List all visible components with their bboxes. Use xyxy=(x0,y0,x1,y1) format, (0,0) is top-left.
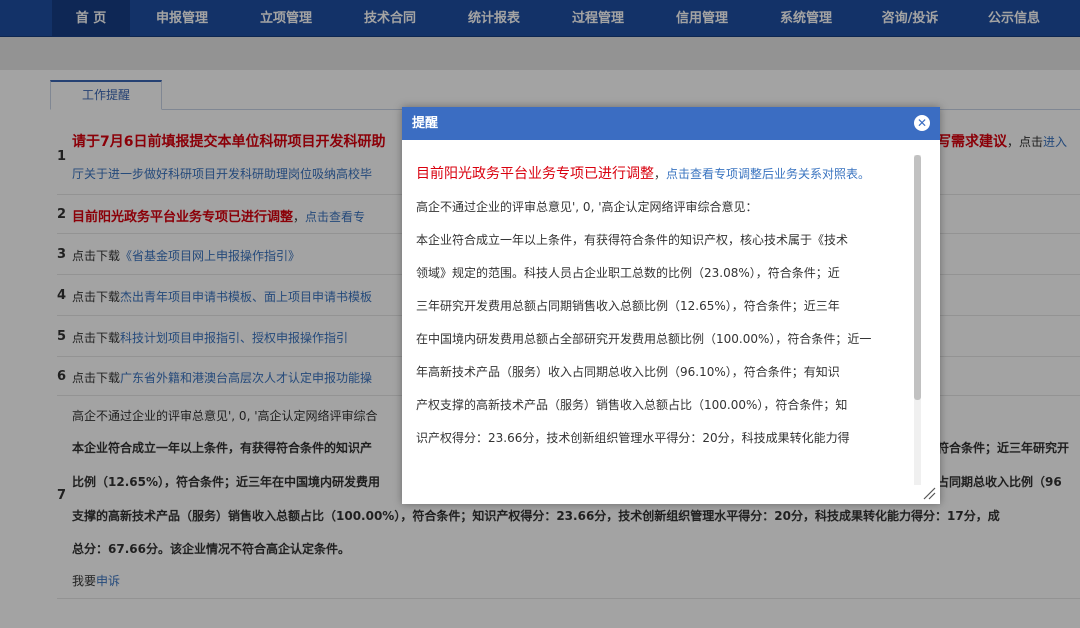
dialog-scrollbar[interactable] xyxy=(914,155,921,485)
dialog-text: 年高新技术产品（服务）收入占同期总收入比例（96.10%），符合条件；有知识 xyxy=(416,365,840,379)
dialog-text: 识产权得分：23.66分，技术创新组织管理水平得分：20分，科技成果转化能力得 xyxy=(416,431,850,445)
dialog-text: 在中国境内研发费用总额占全部研究开发费用总额比例（100.00%），符合条件；近… xyxy=(416,332,872,346)
dialog-header: 提醒 ✕ xyxy=(402,107,940,140)
dialog-scroll-thumb[interactable] xyxy=(914,155,921,400)
resize-handle-icon[interactable] xyxy=(922,486,936,500)
dialog-separator: ， xyxy=(654,167,667,181)
reminder-dialog: 提醒 ✕ 目前阳光政务平台业务专项已进行调整，点击查看专项调整后业务关系对照表。… xyxy=(402,107,940,504)
dialog-headline: 目前阳光政务平台业务专项已进行调整 xyxy=(416,166,654,182)
dialog-body: 目前阳光政务平台业务专项已进行调整，点击查看专项调整后业务关系对照表。 高企不通… xyxy=(416,157,908,487)
dialog-text: 三年研究开发费用总额占同期销售收入总额比例（12.65%），符合条件；近三年 xyxy=(416,299,840,313)
dialog-text: 产权支撑的高新技术产品（服务）销售收入总额占比（100.00%），符合条件；知 xyxy=(416,398,848,412)
dialog-text: 领域》规定的范围。科技人员占企业职工总数的比例（23.08%），符合条件；近 xyxy=(416,266,840,280)
dialog-text: 本企业符合成立一年以上条件，有获得符合条件的知识产权，核心技术属于《技术 xyxy=(416,233,849,247)
dialog-text: 高企不通过企业的评审总意见', 0, '高企认定网络评审综合意见： xyxy=(416,200,758,214)
dialog-link[interactable]: 点击查看专项调整后业务关系对照表。 xyxy=(666,167,870,181)
dialog-headline-para: 目前阳光政务平台业务专项已进行调整，点击查看专项调整后业务关系对照表。 xyxy=(416,157,908,191)
close-icon[interactable]: ✕ xyxy=(914,115,930,131)
dialog-title: 提醒 xyxy=(412,116,439,131)
